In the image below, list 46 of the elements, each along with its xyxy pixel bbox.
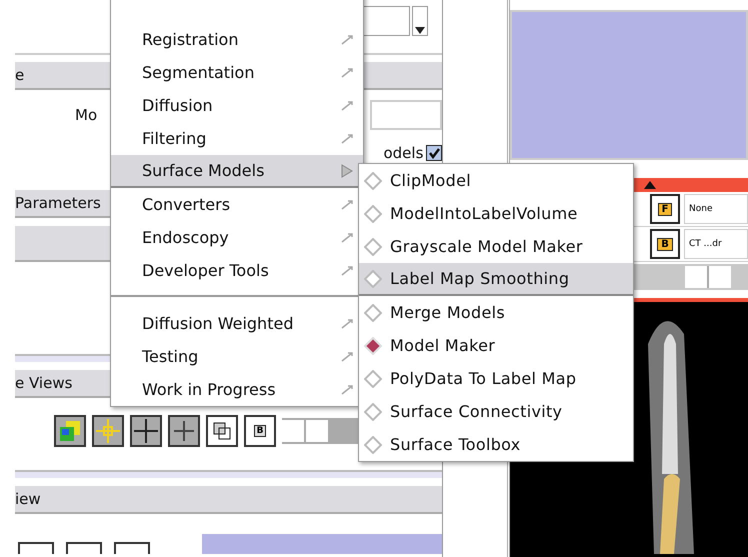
background-layer-button[interactable]: B bbox=[650, 229, 680, 259]
menu-item[interactable]: ClipModel bbox=[359, 164, 633, 197]
field-label: Mo bbox=[75, 106, 98, 124]
menu-item[interactable]: Surface Models bbox=[111, 155, 363, 188]
layout-box[interactable] bbox=[18, 542, 54, 554]
foreground-layer-button[interactable]: F bbox=[650, 194, 680, 224]
overlap-squares-icon[interactable] bbox=[206, 415, 238, 447]
menu-item[interactable]: Filtering bbox=[111, 122, 363, 155]
checkbox-label: odels bbox=[383, 144, 424, 162]
slider-thumb[interactable] bbox=[282, 420, 328, 442]
menu-item[interactable]: Merge Models bbox=[359, 296, 633, 329]
checkbox[interactable] bbox=[426, 145, 442, 161]
slice-slider[interactable] bbox=[632, 264, 748, 290]
submenu-arrow-icon bbox=[341, 34, 353, 44]
grid-crosshair-icon[interactable] bbox=[130, 415, 162, 447]
menu-item[interactable]: Label Map Smoothing bbox=[359, 263, 633, 296]
menu-item[interactable]: Registration bbox=[111, 23, 363, 56]
layout-box[interactable] bbox=[114, 542, 150, 554]
submenu-arrow-icon bbox=[341, 164, 353, 178]
slider-thumb[interactable] bbox=[684, 266, 730, 288]
layer-b-button[interactable]: B bbox=[244, 415, 276, 447]
submenu-arrow-icon bbox=[341, 200, 353, 210]
menu-item[interactable]: ModelIntoLabelVolume bbox=[359, 197, 633, 230]
submenu-arrow-icon bbox=[341, 232, 353, 242]
crosshair-icon[interactable] bbox=[92, 415, 124, 447]
menu-item[interactable]: Surface Connectivity bbox=[359, 395, 633, 428]
grid-layout-icon[interactable] bbox=[54, 415, 86, 447]
submenu-arrow-icon bbox=[341, 384, 353, 394]
submenu-arrow-icon bbox=[341, 318, 353, 328]
section-header[interactable]: iew bbox=[15, 486, 442, 514]
submenu-arrow-icon bbox=[341, 352, 353, 362]
submenu-arrow-icon bbox=[341, 266, 353, 276]
menu-item[interactable]: Grayscale Model Maker bbox=[359, 230, 633, 263]
submenu-arrow-icon bbox=[341, 134, 353, 144]
menu-item[interactable]: Surface Toolbox bbox=[359, 428, 633, 461]
text-field[interactable] bbox=[370, 100, 442, 130]
submenu-arrow-icon bbox=[341, 68, 353, 78]
spin-arrows[interactable] bbox=[412, 6, 428, 36]
foreground-volume-field[interactable]: None bbox=[684, 194, 748, 224]
menu-item[interactable]: Model Maker bbox=[359, 329, 633, 362]
background-volume-field[interactable]: CT ...dr bbox=[684, 229, 748, 259]
submenu-arrow-icon bbox=[341, 100, 353, 110]
menu-item[interactable]: PolyData To Label Map bbox=[359, 362, 633, 395]
menu-item[interactable]: Diffusion bbox=[111, 89, 363, 122]
layout-box[interactable] bbox=[66, 542, 102, 554]
menu-item[interactable]: Segmentation bbox=[111, 56, 363, 89]
